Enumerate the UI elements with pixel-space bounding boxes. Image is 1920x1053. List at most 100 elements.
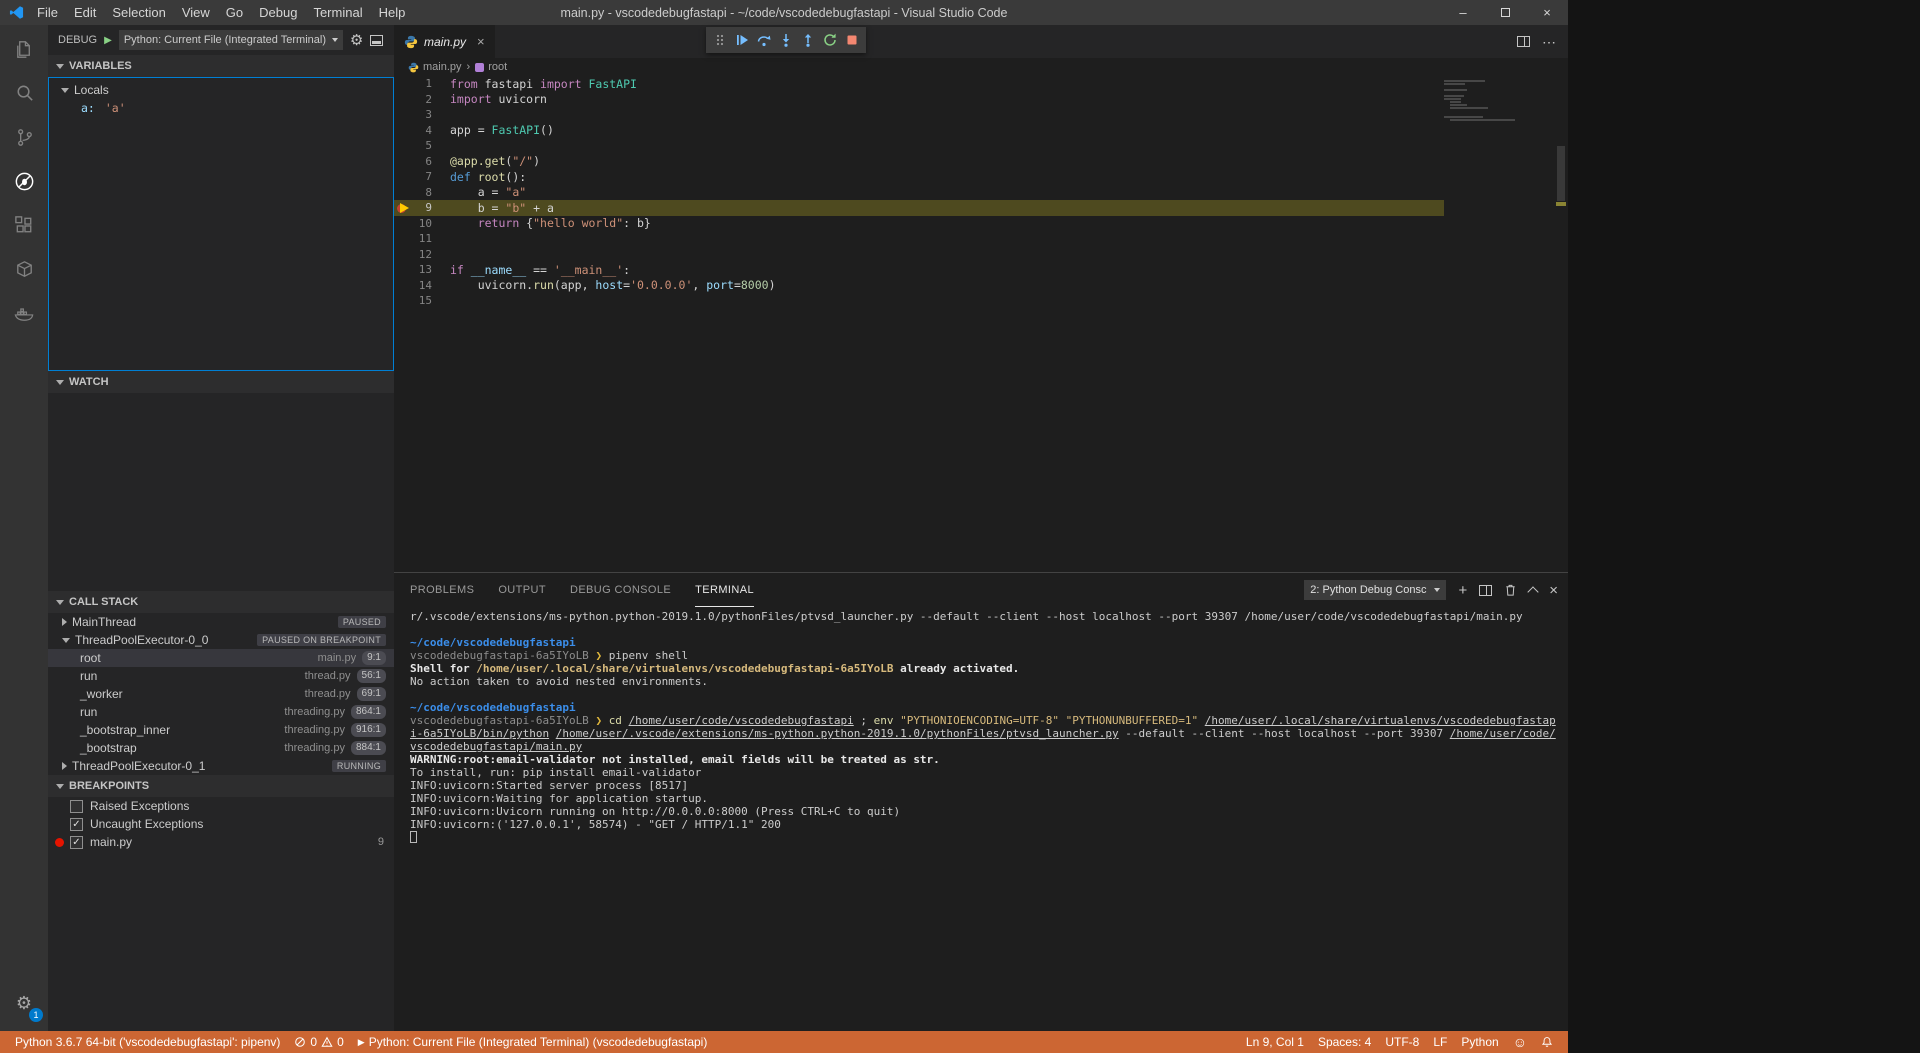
code-line-11[interactable]: 11 — [394, 231, 1444, 247]
drag-handle-icon[interactable] — [709, 29, 731, 51]
callstack-row--worker[interactable]: _workerthread.py69:1 — [48, 685, 394, 703]
status-eol[interactable]: LF — [1426, 1031, 1454, 1053]
panel-tab-debug-console[interactable]: DEBUG CONSOLE — [570, 573, 671, 607]
gear-icon[interactable]: ⚙1 — [0, 981, 48, 1025]
debug-console-icon[interactable] — [370, 35, 383, 46]
line-number[interactable]: 3 — [394, 108, 432, 121]
code-line-6[interactable]: 6@app.get("/") — [394, 154, 1444, 170]
code-line-4[interactable]: 4app = FastAPI() — [394, 123, 1444, 139]
maximize-panel-icon[interactable] — [1528, 586, 1539, 597]
code-line-15[interactable]: 15 — [394, 293, 1444, 309]
tab-main-py[interactable]: main.py × — [394, 25, 495, 58]
close-panel-icon[interactable]: × — [1549, 583, 1558, 598]
continue-button[interactable] — [731, 29, 753, 51]
notifications-bell-icon[interactable] — [1534, 1031, 1560, 1053]
menu-terminal[interactable]: Terminal — [305, 0, 370, 25]
docker-icon[interactable] — [0, 291, 48, 335]
status-cursor-position[interactable]: Ln 9, Col 1 — [1239, 1031, 1311, 1053]
code-line-10[interactable]: 10 return {"hello world": b} — [394, 216, 1444, 232]
minimap[interactable] — [1444, 80, 1554, 125]
line-number[interactable]: 11 — [394, 232, 432, 245]
status-problems[interactable]: 0 0 — [287, 1031, 350, 1053]
callstack-row-run[interactable]: runthread.py56:1 — [48, 667, 394, 685]
code-line-3[interactable]: 3 — [394, 107, 1444, 123]
scrollbar-thumb[interactable] — [1557, 146, 1565, 201]
menu-file[interactable]: File — [29, 0, 66, 25]
feedback-smiley-icon[interactable]: ☺ — [1506, 1031, 1534, 1053]
line-number[interactable]: 6 — [394, 155, 432, 168]
breakpoints-pane-header[interactable]: BREAKPOINTS — [48, 775, 394, 797]
step-over-button[interactable] — [753, 29, 775, 51]
terminal-select-dropdown[interactable]: 2: Python Debug Consc — [1304, 580, 1446, 600]
debug-config-dropdown[interactable]: Python: Current File (Integrated Termina… — [119, 30, 343, 50]
callstack-row-mainthread[interactable]: MainThreadPAUSED — [48, 613, 394, 631]
code-line-9[interactable]: 9 b = "b" + a — [394, 200, 1444, 216]
callstack-row-threadpoolexecutor-0-1[interactable]: ThreadPoolExecutor-0_1RUNNING — [48, 757, 394, 775]
line-number[interactable]: 4 — [394, 124, 432, 137]
code-line-2[interactable]: 2import uvicorn — [394, 92, 1444, 108]
more-actions-icon[interactable]: ⋯ — [1542, 35, 1556, 49]
callstack-row-run[interactable]: runthreading.py864:1 — [48, 703, 394, 721]
minimize-button[interactable]: – — [1442, 0, 1484, 25]
code-editor[interactable]: 1from fastapi import FastAPI2import uvic… — [394, 76, 1568, 572]
line-number[interactable]: 8 — [394, 186, 432, 199]
restart-button[interactable] — [819, 29, 841, 51]
terminal[interactable]: r/.vscode/extensions/ms-python.python-20… — [394, 607, 1568, 1031]
close-button[interactable]: × — [1526, 0, 1568, 25]
variables-pane-header[interactable]: VARIABLES — [48, 55, 394, 77]
editor-scrollbar[interactable] — [1554, 76, 1568, 572]
menu-debug[interactable]: Debug — [251, 0, 305, 25]
code-line-8[interactable]: 8 a = "a" — [394, 185, 1444, 201]
line-number[interactable]: 7 — [394, 170, 432, 183]
variables-scope-locals[interactable]: Locals — [49, 81, 393, 99]
line-number[interactable]: 13 — [394, 263, 432, 276]
container-icon[interactable] — [0, 247, 48, 291]
trash-icon[interactable] — [1504, 583, 1517, 597]
explorer-icon[interactable] — [0, 27, 48, 71]
menu-edit[interactable]: Edit — [66, 0, 104, 25]
watch-tree[interactable] — [48, 393, 394, 591]
line-number[interactable]: 12 — [394, 248, 432, 261]
split-editor-icon[interactable] — [1517, 36, 1530, 47]
line-number[interactable]: 14 — [394, 279, 432, 292]
breadcrumb-file[interactable]: main.py — [408, 61, 462, 73]
panel-tab-output[interactable]: OUTPUT — [498, 573, 546, 607]
watch-pane-header[interactable]: WATCH — [48, 371, 394, 393]
callstack-row--bootstrap-inner[interactable]: _bootstrap_innerthreading.py916:1 — [48, 721, 394, 739]
line-number[interactable]: 1 — [394, 77, 432, 90]
breakpoint-row-main-py[interactable]: ✓main.py9 — [48, 833, 394, 851]
callstack-row-threadpoolexecutor-0-0[interactable]: ThreadPoolExecutor-0_0PAUSED ON BREAKPOI… — [48, 631, 394, 649]
code-line-12[interactable]: 12 — [394, 247, 1444, 263]
breakpoint-row-raised-exceptions[interactable]: Raised Exceptions — [48, 797, 394, 815]
breakpoint-row-uncaught-exceptions[interactable]: ✓Uncaught Exceptions — [48, 815, 394, 833]
status-python-interpreter[interactable]: Python 3.6.7 64-bit ('vscodedebugfastapi… — [8, 1031, 287, 1053]
start-debug-button[interactable]: ▶ — [104, 35, 112, 46]
status-language[interactable]: Python — [1454, 1031, 1505, 1053]
split-terminal-icon[interactable] — [1479, 585, 1492, 596]
code-line-7[interactable]: 7def root(): — [394, 169, 1444, 185]
callstack-pane-header[interactable]: CALL STACK — [48, 591, 394, 613]
line-number[interactable]: 5 — [394, 139, 432, 152]
search-icon[interactable] — [0, 71, 48, 115]
menu-view[interactable]: View — [174, 0, 218, 25]
panel-tab-terminal[interactable]: TERMINAL — [695, 573, 754, 607]
menu-go[interactable]: Go — [218, 0, 251, 25]
source-control-icon[interactable] — [0, 115, 48, 159]
step-out-button[interactable] — [797, 29, 819, 51]
checkbox[interactable]: ✓ — [70, 836, 83, 849]
status-indentation[interactable]: Spaces: 4 — [1311, 1031, 1378, 1053]
new-terminal-icon[interactable]: + — [1458, 583, 1467, 598]
code-line-13[interactable]: 13if __name__ == '__main__': — [394, 262, 1444, 278]
checkbox[interactable]: ✓ — [70, 818, 83, 831]
line-number[interactable]: 10 — [394, 217, 432, 230]
code-line-14[interactable]: 14 uvicorn.run(app, host='0.0.0.0', port… — [394, 278, 1444, 294]
callstack-row--bootstrap[interactable]: _bootstrapthreading.py884:1 — [48, 739, 394, 757]
menu-help[interactable]: Help — [371, 0, 414, 25]
menu-selection[interactable]: Selection — [104, 0, 173, 25]
status-debug-launch[interactable]: ▶ Python: Current File (Integrated Termi… — [351, 1031, 715, 1053]
checkbox[interactable] — [70, 800, 83, 813]
panel-tab-problems[interactable]: PROBLEMS — [410, 573, 474, 607]
line-number[interactable]: 15 — [394, 294, 432, 307]
code-line-1[interactable]: 1from fastapi import FastAPI — [394, 76, 1444, 92]
line-number[interactable]: 2 — [394, 93, 432, 106]
